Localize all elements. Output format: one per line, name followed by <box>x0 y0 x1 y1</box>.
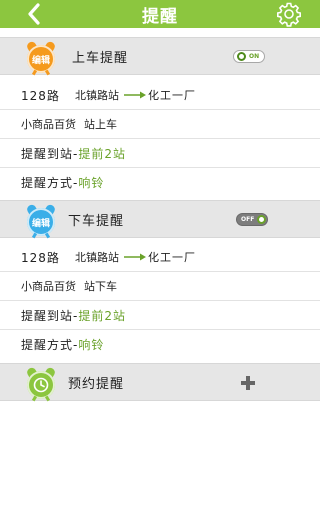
alight-edit-badge[interactable]: 编辑 <box>25 203 57 239</box>
arrow-right-icon <box>124 253 146 261</box>
board-reminder-toggle[interactable]: ON <box>233 50 265 63</box>
alight-stop-row[interactable]: 小商品百货 站下车 <box>0 272 320 301</box>
mode-label: 提醒方式- <box>21 176 79 190</box>
section-alight-reminder: 编辑 下车提醒 OFF <box>0 200 320 239</box>
arrive-label: 提醒到站- <box>21 308 79 323</box>
board-stop-info: 小商品百货 站上车 <box>21 116 117 132</box>
arrive-setting: 提醒到站-提前2站 <box>21 307 126 324</box>
mode-setting: 提醒方式-响铃 <box>21 174 104 191</box>
chevron-left-icon <box>28 3 40 25</box>
alight-mode-row[interactable]: 提醒方式-响铃 <box>0 330 320 359</box>
alight-reminder-title: 下车提醒 <box>68 213 125 229</box>
board-mode-row[interactable]: 提醒方式-响铃 <box>0 168 320 197</box>
alight-reminder-toggle[interactable]: OFF <box>236 213 268 226</box>
route-to-station: 化工一厂 <box>148 89 196 102</box>
arrive-value: 提前2站 <box>78 146 126 161</box>
alight-arrive-row[interactable]: 提醒到站-提前2站 <box>0 301 320 330</box>
arrive-label: 提醒到站- <box>21 146 79 161</box>
route-number: 128路 <box>21 250 60 265</box>
arrive-value: 提前2站 <box>78 308 126 323</box>
toggle-knob <box>257 215 267 224</box>
page-title: 提醒 <box>142 6 178 27</box>
reserve-badge <box>25 366 57 402</box>
route-from-station: 北镇路站 <box>75 89 119 102</box>
gear-icon <box>277 2 301 27</box>
board-stop-row[interactable]: 小商品百货 站上车 <box>0 110 320 139</box>
alight-edit-label: 编辑 <box>27 208 55 236</box>
stop-action: 站下车 <box>84 280 117 293</box>
stop-name: 小商品百货 <box>21 118 76 131</box>
board-edit-label: 编辑 <box>27 45 55 73</box>
arrive-setting: 提醒到站-提前2站 <box>21 145 126 162</box>
route-number: 128路 <box>21 88 60 103</box>
toggle-state-label: ON <box>249 53 260 60</box>
board-route-row[interactable]: 128路 北镇路站 化工一厂 <box>0 81 320 110</box>
section-board-reminder: 编辑 上车提醒 ON <box>0 37 320 76</box>
mode-label: 提醒方式- <box>21 338 79 352</box>
title-bar: 提醒 <box>0 0 320 28</box>
reserve-reminder-title: 预约提醒 <box>68 376 125 392</box>
mode-value: 响铃 <box>78 176 105 190</box>
back-button[interactable] <box>22 2 46 26</box>
arrow-right-icon <box>124 91 146 99</box>
alarm-clock-icon <box>27 371 55 399</box>
board-arrive-row[interactable]: 提醒到站-提前2站 <box>0 139 320 168</box>
plus-icon[interactable] <box>241 376 255 390</box>
section-reserve-reminder[interactable]: 预约提醒 <box>0 363 320 402</box>
alight-stop-info: 小商品百货 站下车 <box>21 278 117 294</box>
stop-action: 站上车 <box>84 118 117 131</box>
toggle-state-label: OFF <box>241 216 255 223</box>
route-from-station: 北镇路站 <box>75 251 119 264</box>
route-to-station: 化工一厂 <box>148 251 196 264</box>
settings-button[interactable] <box>276 1 302 27</box>
stop-name: 小商品百货 <box>21 280 76 293</box>
mode-setting: 提醒方式-响铃 <box>21 336 104 353</box>
toggle-knob <box>237 52 246 61</box>
clock-face-icon <box>33 377 49 393</box>
alight-route-row[interactable]: 128路 北镇路站 化工一厂 <box>0 243 320 272</box>
mode-value: 响铃 <box>78 338 105 352</box>
board-edit-badge[interactable]: 编辑 <box>25 40 57 76</box>
board-reminder-title: 上车提醒 <box>72 50 129 66</box>
